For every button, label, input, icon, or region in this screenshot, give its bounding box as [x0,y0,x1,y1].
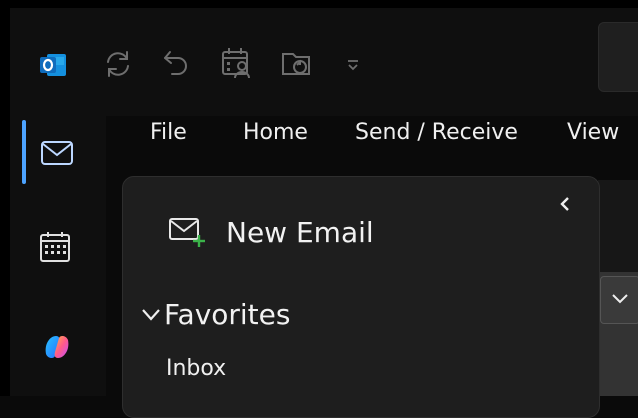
mail-icon[interactable] [40,140,74,170]
outlook-logo-icon [38,50,68,84]
collapse-pane-button[interactable] [558,194,572,219]
calendar-person-icon[interactable] [220,46,254,84]
tab-home[interactable]: Home [243,120,308,145]
folder-item-inbox[interactable]: Inbox [166,356,226,381]
search-box[interactable] [598,22,638,92]
rail-active-indicator [22,120,26,184]
window-left-border [0,0,10,396]
sync-icon[interactable] [102,48,134,84]
tab-view[interactable]: View [567,120,619,145]
favorites-label: Favorites [164,298,291,331]
tab-file[interactable]: File [150,120,187,145]
favorites-section-toggle[interactable]: Favorites [140,298,290,331]
chevron-down-icon [142,308,160,321]
tab-send-receive[interactable]: Send / Receive [355,120,518,145]
customize-dropdown-icon[interactable] [346,58,360,77]
filter-dropdown-button[interactable] [600,276,638,324]
chevron-down-icon [612,294,628,304]
inbox-label: Inbox [166,356,227,381]
chevron-left-icon [560,197,569,211]
folder-sync-icon[interactable] [280,46,314,84]
new-email-icon [169,218,205,247]
window-top-border [0,0,638,8]
calendar-icon[interactable] [38,230,72,268]
outlook-window: File Home Send / Receive View New Email … [0,0,638,418]
new-email-button[interactable]: New Email [168,210,374,254]
undo-icon[interactable] [162,48,192,84]
new-email-label: New Email [226,215,374,249]
copilot-icon[interactable] [40,330,74,368]
